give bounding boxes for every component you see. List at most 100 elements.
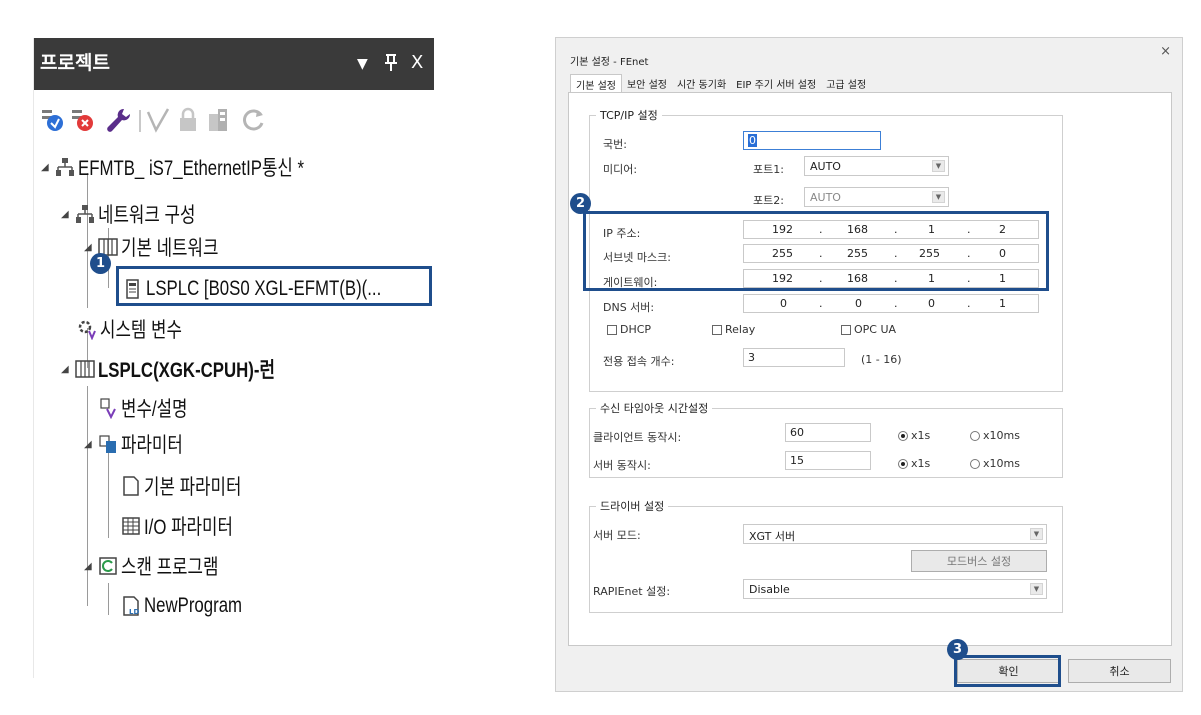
ladder-program-icon: LD	[123, 596, 139, 616]
modbus-settings-button[interactable]: 모드버스 설정	[911, 550, 1047, 572]
checkbox-icon	[607, 324, 617, 335]
tree-label: 변수/설명	[121, 398, 188, 421]
tree-label: I/O 파라미터	[144, 516, 233, 539]
tcpip-legend: TCP/IP 설정	[600, 109, 658, 122]
server-mode-select[interactable]: XGT 서버 ▼	[743, 524, 1047, 544]
collapse-icon[interactable]: ◢	[84, 242, 94, 253]
project-panel-title: 프로젝트	[40, 52, 110, 74]
client-timeout-input[interactable]: 60	[785, 423, 871, 442]
tab-security-settings[interactable]: 보안 설정	[622, 74, 672, 92]
tree-item-network-config[interactable]: ◢ 네트워크 구성	[61, 198, 220, 230]
check-icon[interactable]	[144, 106, 172, 134]
scan-program-icon	[99, 557, 117, 575]
connect-icon[interactable]	[40, 106, 68, 134]
project-panel: 프로젝트 ▼ X ◢ EFMTB_ iS7_EthernetIP통신 * ◢ 네…	[33, 38, 434, 678]
tree-item-project-root[interactable]: ◢ EFMTB_ iS7_EthernetIP통신 *	[41, 151, 361, 183]
collapse-icon[interactable]: ◢	[61, 364, 71, 375]
module-icon[interactable]	[204, 106, 232, 134]
fenet-settings-dialog: 기본 설정 - FEnet × 기본 설정 보안 설정 시간 동기화 EIP 주…	[555, 37, 1183, 692]
tree-label: LSPLC(XGK-CPUH)-런	[98, 359, 275, 382]
tree-label: 시스템 변수	[100, 319, 182, 342]
checkbox-icon	[841, 324, 851, 335]
radio-icon	[970, 458, 980, 469]
timeout-legend: 수신 타임아웃 시간설정	[600, 402, 709, 415]
tab-advanced-settings[interactable]: 고급 설정	[821, 74, 871, 92]
rapienet-label: RAPIEnet 설정:	[593, 585, 671, 598]
driver-legend: 드라이버 설정	[600, 500, 665, 513]
tree-item-basic-param[interactable]: 기본 파라미터	[121, 470, 266, 502]
panel-dropdown-icon[interactable]: ▼	[357, 56, 368, 72]
document-icon	[123, 476, 139, 496]
tree-line	[108, 583, 109, 615]
tree-line	[108, 448, 109, 538]
tree-item-new-program[interactable]: LD NewProgram	[121, 590, 267, 622]
io-grid-icon	[122, 517, 140, 535]
collapse-icon[interactable]: ◢	[84, 561, 94, 572]
tree-item-scan-program[interactable]: ◢ 스캔 프로그램	[84, 550, 243, 582]
tree-label: 파라미터	[121, 434, 183, 457]
project-panel-header: 프로젝트 ▼ X	[34, 38, 434, 90]
relay-checkbox[interactable]: Relay	[712, 323, 755, 336]
radio-selected-icon	[898, 430, 908, 441]
refresh-icon[interactable]	[240, 106, 268, 134]
server-mode-label: 서버 모드:	[593, 529, 641, 542]
collapse-icon[interactable]: ◢	[84, 439, 94, 450]
client-x10ms-radio[interactable]: x10ms	[970, 429, 1020, 442]
tab-basic-settings[interactable]: 기본 설정	[570, 74, 622, 92]
system-vars-icon	[78, 320, 96, 340]
dns-server-label: DNS 서버:	[603, 301, 655, 314]
tree-item-system-vars[interactable]: 시스템 변수	[77, 313, 202, 345]
rapienet-select[interactable]: Disable ▼	[743, 579, 1047, 599]
tab-time-sync[interactable]: 시간 동기화	[672, 74, 731, 92]
port1-label: 포트1:	[753, 163, 784, 176]
dedicated-conn-input[interactable]: 3	[743, 348, 845, 367]
cancel-button[interactable]: 취소	[1068, 659, 1171, 683]
tree-label: EFMTB_ iS7_EthernetIP통신 *	[78, 157, 305, 180]
tree-label: 네트워크 구성	[98, 204, 196, 227]
tree-item-vars-desc[interactable]: 변수/설명	[98, 392, 204, 424]
chevron-down-icon: ▼	[1030, 583, 1043, 595]
panel-pin-icon[interactable]	[384, 52, 398, 77]
port1-select[interactable]: AUTO ▼	[804, 156, 949, 176]
project-toolbar	[34, 90, 434, 150]
step-badge-1: 1	[90, 253, 111, 274]
tab-panel-basic: TCP/IP 설정 국번: 0 미디어: 포트1: AUTO ▼ 포트2: AUT…	[568, 92, 1172, 646]
station-input[interactable]: 0	[743, 131, 881, 150]
collapse-icon[interactable]: ◢	[41, 162, 51, 173]
opcua-checkbox[interactable]: OPC UA	[841, 323, 896, 336]
tree-item-parameters[interactable]: ◢ 파라미터	[84, 428, 198, 460]
server-timeout-label: 서버 동작시:	[593, 459, 651, 472]
chevron-down-icon: ▼	[932, 160, 945, 172]
disconnect-icon[interactable]	[70, 106, 98, 134]
cpu-icon	[75, 360, 95, 378]
server-timeout-input[interactable]: 15	[785, 451, 871, 470]
highlight-lsplc-module	[116, 266, 432, 306]
tree-label: NewProgram	[144, 594, 243, 617]
highlight-ip-settings	[583, 211, 1049, 291]
dns-server-input[interactable]: 0. 0. 0. 1	[743, 294, 1039, 313]
port2-label: 포트2:	[753, 194, 784, 207]
port2-select[interactable]: AUTO ▼	[804, 187, 949, 207]
tree-label: 기본 파라미터	[144, 476, 242, 499]
tree-label: 스캔 프로그램	[121, 556, 219, 579]
chevron-down-icon: ▼	[932, 191, 945, 203]
collapse-icon[interactable]: ◢	[61, 209, 71, 220]
radio-icon	[970, 430, 980, 441]
radio-selected-icon	[898, 458, 908, 469]
panel-close-icon[interactable]: X	[411, 52, 423, 73]
tab-eip-cyclic-server[interactable]: EIP 주기 서버 설정	[731, 74, 821, 92]
client-x1s-radio[interactable]: x1s	[898, 429, 930, 442]
tree-item-cpu[interactable]: ◢ LSPLC(XGK-CPUH)-런	[61, 353, 319, 385]
chevron-down-icon: ▼	[1030, 528, 1043, 540]
tree-label: 기본 네트워크	[121, 237, 219, 260]
wrench-icon[interactable]	[104, 106, 132, 134]
dialog-close-icon[interactable]: ×	[1160, 44, 1171, 59]
station-label: 국번:	[603, 138, 627, 151]
parameter-icon	[99, 435, 116, 453]
lock-icon[interactable]	[174, 106, 202, 134]
variable-icon	[100, 398, 116, 419]
server-x1s-radio[interactable]: x1s	[898, 457, 930, 470]
tree-item-io-param[interactable]: I/O 파라미터	[121, 510, 255, 542]
dhcp-checkbox[interactable]: DHCP	[607, 323, 651, 336]
server-x10ms-radio[interactable]: x10ms	[970, 457, 1020, 470]
